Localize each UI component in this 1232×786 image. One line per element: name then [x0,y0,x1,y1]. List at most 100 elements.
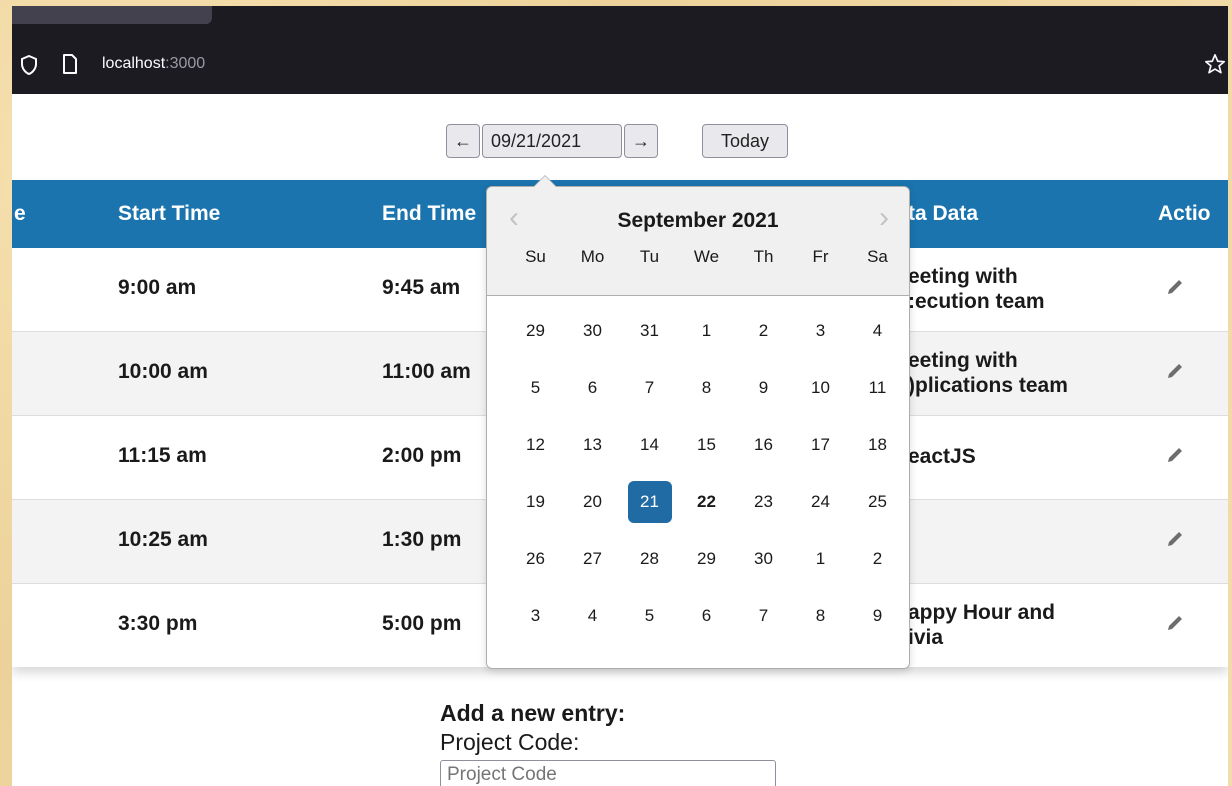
datepicker-month-title: September 2021 [617,209,779,232]
datepicker-day[interactable]: 19 [507,486,564,543]
datepicker-day[interactable]: 11 [849,372,906,429]
bookmark-star-icon[interactable] [1204,53,1226,75]
new-entry-form: Add a new entry: Project Code: [440,700,776,786]
datepicker-day[interactable]: 23 [735,486,792,543]
page-icon [63,54,77,74]
end-time-cell: 2:00 pm [382,444,462,467]
col-header-meta-data: ta Data [908,202,979,225]
datepicker-day[interactable]: 18 [849,429,906,486]
datepicker-day[interactable]: 16 [735,429,792,486]
edit-pencil-icon[interactable] [1164,612,1186,634]
datepicker-day[interactable]: 22 [678,486,735,543]
today-button[interactable]: Today [702,124,788,158]
datepicker-day[interactable]: 20 [564,486,621,543]
end-time-cell: 9:45 am [382,276,461,299]
col-header-start-time: Start Time [118,202,221,225]
datepicker-day[interactable]: 17 [792,429,849,486]
page-content: ← → Today e Start Time End Time ta Data … [12,94,1228,786]
datepicker-day[interactable]: 7 [621,372,678,429]
datepicker-day[interactable]: 5 [621,600,678,657]
datepicker-week: 12 13 14 15 16 17 18 [507,429,906,486]
url-text[interactable]: localhost:3000 [102,55,205,73]
edit-pencil-icon[interactable] [1164,276,1186,298]
datepicker-day[interactable]: 28 [621,543,678,600]
datepicker-day[interactable]: 2 [735,315,792,372]
datepicker-day[interactable]: 4 [849,315,906,372]
datepicker-week: 29 30 31 1 2 3 4 [507,315,906,372]
datepicker-day[interactable]: 1 [792,543,849,600]
datepicker-day[interactable]: 9 [849,600,906,657]
datepicker-day[interactable]: 5 [507,372,564,429]
edit-pencil-icon[interactable] [1164,444,1186,466]
weekday-label: Tu [639,247,660,266]
edit-pencil-icon[interactable] [1164,528,1186,550]
weekday-label: We [693,247,720,266]
weekday-label: Th [753,247,774,266]
datepicker-day[interactable]: 3 [792,315,849,372]
datepicker-day[interactable]: 25 [849,486,906,543]
datepicker-day[interactable]: 9 [735,372,792,429]
datepicker-day[interactable]: 27 [564,543,621,600]
datepicker-day[interactable]: 8 [678,372,735,429]
datepicker-day[interactable]: 3 [507,600,564,657]
end-time-cell: 1:30 pm [382,528,462,551]
weekday-label: Mo [580,247,605,266]
datepicker-week: 26 27 28 29 30 1 2 [507,543,906,600]
shield-icon[interactable] [20,55,38,75]
datepicker-popup: ‹ September 2021 › Su Mo Tu We Th Fr Sa … [486,175,910,669]
datepicker-day[interactable]: 6 [678,600,735,657]
address-bar[interactable]: localhost:3000 [12,36,1228,94]
col-header-actions: Actio [1158,202,1211,225]
weekday-label: Sa [867,247,888,266]
datepicker-day[interactable]: 14 [621,429,678,486]
datepicker-day-grid: 29 30 31 1 2 3 4 5 6 7 8 9 10 11 12 13 14 15 16 17 18 19 20 21 2… [507,315,906,657]
start-time-cell: 10:00 am [118,360,208,383]
prev-day-button[interactable]: ← [446,124,480,158]
start-time-cell: 11:15 am [118,444,207,467]
end-time-cell: 5:00 pm [382,612,462,635]
weekday-label: Fr [812,247,829,266]
datepicker-day[interactable]: 30 [564,315,621,372]
start-time-cell: 10:25 am [118,528,208,551]
datepicker-day[interactable]: 30 [735,543,792,600]
datepicker-day[interactable]: 21 [621,481,678,543]
datepicker-week: 19 20 21 22 23 24 25 [507,481,906,543]
datepicker-day[interactable]: 6 [564,372,621,429]
datepicker-day[interactable]: 1 [678,315,735,372]
datepicker-day[interactable]: 7 [735,600,792,657]
date-input[interactable] [482,124,622,158]
meta-data-cell: appy Hour and ivia [908,601,1056,649]
next-month-button[interactable]: › [879,201,889,235]
datepicker-day[interactable]: 4 [564,600,621,657]
project-code-input[interactable] [440,760,776,786]
datepicker-day[interactable]: 12 [507,429,564,486]
datepicker-week: 5 6 7 8 9 10 11 [507,372,906,429]
weekday-label: Su [525,247,546,266]
meta-data-cell: eactJS [908,445,976,468]
edit-pencil-icon[interactable] [1164,360,1186,382]
new-entry-heading: Add a new entry: [440,700,626,726]
project-code-label: Project Code: [440,729,580,755]
tab-strip [12,6,1228,36]
datepicker-day[interactable]: 24 [792,486,849,543]
datepicker-day[interactable]: 29 [507,315,564,372]
datepicker-day[interactable]: 13 [564,429,621,486]
datepicker-day[interactable]: 10 [792,372,849,429]
datepicker-day[interactable]: 15 [678,429,735,486]
start-time-cell: 3:30 pm [118,612,198,635]
datepicker-day[interactable]: 26 [507,543,564,600]
browser-tab[interactable] [12,6,212,24]
datepicker-day[interactable]: 8 [792,600,849,657]
col-header-partial: e [14,202,26,225]
datepicker-day[interactable]: 2 [849,543,906,600]
start-time-cell: 9:00 am [118,276,197,299]
datepicker-day[interactable]: 29 [678,543,735,600]
date-navigation: ← → [446,124,658,158]
weekday-labels: Su Mo Tu We Th Fr Sa [507,247,906,267]
next-day-button[interactable]: → [624,124,658,158]
datepicker-day[interactable]: 31 [621,315,678,372]
browser-window: localhost:3000 ← → Today e Start Time En… [12,6,1228,786]
meta-data-cell: eeting with )plications team [908,349,1068,397]
datepicker-week: 3456789 [507,600,906,657]
datepicker-pointer [533,175,557,187]
